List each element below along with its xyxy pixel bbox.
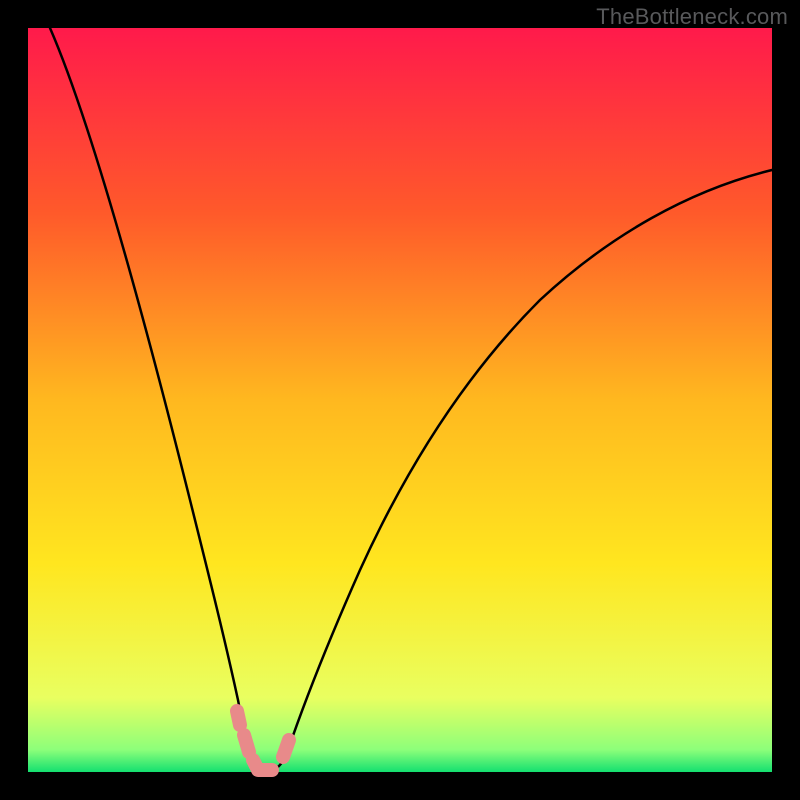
watermark-text: TheBottleneck.com [596, 4, 788, 30]
chart-container: TheBottleneck.com [0, 0, 800, 800]
plot-area [28, 28, 772, 772]
bottleneck-chart [0, 0, 800, 800]
